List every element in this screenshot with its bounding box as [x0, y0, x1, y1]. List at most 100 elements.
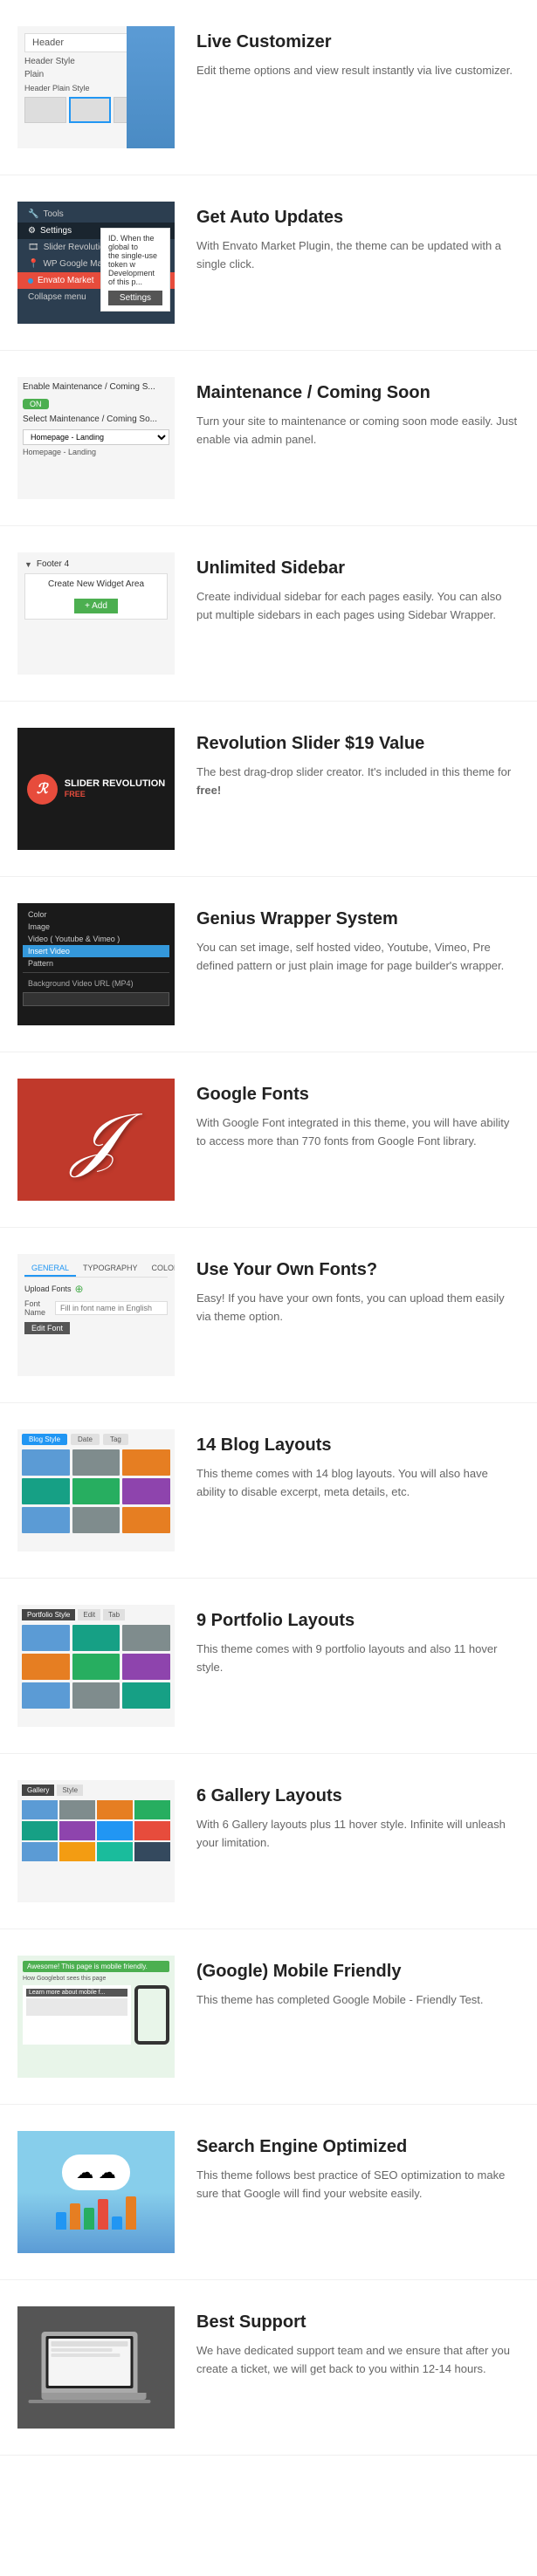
tab-typography[interactable]: TYPOGRAPHY [76, 1261, 145, 1277]
gallery-tab-gallery[interactable]: Gallery [22, 1785, 54, 1796]
feature-image-gallery: Gallery Style [17, 1780, 175, 1902]
feature-desc: This theme comes with 14 blog layouts. Y… [196, 1465, 520, 1502]
blog-thumb [22, 1478, 70, 1504]
revolution-icon: ℛ [27, 774, 58, 805]
feature-content-auto-updates: Get Auto Updates With Envato Market Plug… [196, 202, 520, 274]
upload-fonts-label: Upload Fonts [24, 1285, 72, 1293]
feature-support: Best Support We have dedicated support t… [0, 2280, 537, 2456]
wrapper-items: Color Image Video ( Youtube & Vimeo ) In… [23, 908, 169, 969]
feature-content-mobile: (Google) Mobile Friendly This theme has … [196, 1956, 520, 2010]
edit-font-btn[interactable]: Edit Font [24, 1322, 70, 1334]
port-tab-style[interactable]: Portfolio Style [22, 1609, 75, 1620]
blog-tab-style[interactable]: Blog Style [22, 1434, 67, 1445]
revolution-name: SLIDER REVOLUTION FREE [65, 778, 166, 800]
add-btn[interactable]: + Add [74, 599, 118, 613]
settings-panel: ID. When the global tothe single-use tok… [100, 228, 170, 312]
portfolio-thumb [72, 1654, 120, 1680]
revolution-logo: ℛ SLIDER REVOLUTION FREE [27, 774, 166, 805]
blog-tab-date[interactable]: Date [71, 1434, 100, 1445]
feature-maintenance: Enable Maintenance / Coming S... ON Sele… [0, 351, 537, 526]
gallery-thumb [22, 1800, 58, 1819]
feature-title: 9 Portfolio Layouts [196, 1609, 520, 1632]
feature-desc: You can set image, self hosted video, Yo… [196, 939, 520, 976]
mode-select[interactable]: Homepage - Landing [23, 429, 169, 445]
feature-desc: We have dedicated support team and we en… [196, 2342, 520, 2379]
feature-seo: ☁ ☁ Search Engine Optimized This theme f… [0, 2105, 537, 2280]
wrapper-url-input[interactable] [23, 992, 169, 1006]
feature-content-sidebar: Unlimited Sidebar Create individual side… [196, 552, 520, 625]
mode-label: Select Maintenance / Coming So... [23, 414, 169, 424]
feature-title: Live Customizer [196, 31, 520, 53]
feature-live-customizer: Header ▼ Header Style Plain ▼ Header Pla… [0, 0, 537, 175]
feature-title: Search Engine Optimized [196, 2135, 520, 2158]
feature-image-wrapper: Color Image Video ( Youtube & Vimeo ) In… [17, 903, 175, 1025]
feature-desc: The best drag-drop slider creator. It's … [196, 764, 520, 800]
gallery-image-grid [22, 1800, 170, 1861]
feature-image-portfolio: Portfolio Style Edit Tab [17, 1605, 175, 1727]
bar-3 [84, 2208, 94, 2230]
blog-thumb [122, 1507, 170, 1533]
mobile-phone-preview [134, 1985, 169, 2045]
wrapper-item-color: Color [23, 908, 169, 921]
revolution-badge: FREE [65, 790, 166, 800]
feature-image-mobile: Awesome! This page is mobile friendly. H… [17, 1956, 175, 2078]
bar-1 [56, 2212, 66, 2230]
portfolio-thumb [122, 1625, 170, 1651]
create-label: Create New Widget Area [31, 579, 162, 589]
feature-desc: This theme comes with 9 portfolio layout… [196, 1641, 520, 1677]
seo-graphic: ☁ ☁ [56, 2155, 136, 2230]
portfolio-thumb [72, 1682, 120, 1709]
feature-title: Unlimited Sidebar [196, 557, 520, 579]
plain-label: Plain [24, 70, 94, 79]
feature-blog-layouts: Blog Style Date Tag 14 Blog Layouts This… [0, 1403, 537, 1579]
feature-desc: Turn your site to maintenance or coming … [196, 413, 520, 449]
blog-tab-tag[interactable]: Tag [103, 1434, 128, 1445]
portfolio-thumb [122, 1654, 170, 1680]
blog-thumb [122, 1449, 170, 1476]
feature-content-portfolio: 9 Portfolio Layouts This theme comes wit… [196, 1605, 520, 1677]
header-label: Header [32, 38, 64, 48]
feature-image-blog: Blog Style Date Tag [17, 1429, 175, 1552]
feature-image-live-customizer: Header ▼ Header Style Plain ▼ Header Pla… [17, 26, 175, 148]
gallery-tab-style[interactable]: Style [57, 1785, 83, 1796]
gallery-thumb [97, 1800, 133, 1819]
feature-gallery-layouts: Gallery Style 6 Gallery Layouts With 6 G… [0, 1754, 537, 1929]
settings-btn[interactable]: Settings [108, 291, 162, 305]
feature-image-google-fonts: 𝒥 [17, 1079, 175, 1201]
tab-color[interactable]: COLOR [145, 1261, 175, 1277]
tab-general[interactable]: GENERAL [24, 1261, 76, 1277]
feature-content-support: Best Support We have dedicated support t… [196, 2306, 520, 2379]
portfolio-thumb [22, 1625, 70, 1651]
portfolio-tabs: Portfolio Style Edit Tab [22, 1609, 170, 1620]
cloud-icon: ☁ ☁ [62, 2155, 130, 2190]
feature-portfolio-layouts: Portfolio Style Edit Tab 9 Portfolio Lay… [0, 1579, 537, 1754]
feature-genius-wrapper: Color Image Video ( Youtube & Vimeo ) In… [0, 877, 537, 1052]
feature-desc: Easy! If you have your own fonts, you ca… [196, 1290, 520, 1326]
homepage-option: Homepage - Landing [23, 448, 169, 456]
gallery-thumb [134, 1842, 170, 1861]
portfolio-thumb [22, 1654, 70, 1680]
feature-content-blog: 14 Blog Layouts This theme comes with 14… [196, 1429, 520, 1502]
mobile-col-left: Learn more about mobile f... [23, 1985, 131, 2045]
blog-thumb [72, 1507, 120, 1533]
port-tab-edit[interactable]: Edit [78, 1609, 100, 1620]
tools-item: 🔧Tools [17, 206, 175, 223]
footer-label: Footer 4 [37, 559, 69, 569]
feature-title: Use Your Own Fonts? [196, 1258, 520, 1281]
feature-title: 14 Blog Layouts [196, 1434, 520, 1456]
toggle-btn[interactable]: ON [23, 399, 49, 409]
fonts-tab-bar: GENERAL TYPOGRAPHY COLOR WID... [24, 1261, 168, 1278]
port-tab-tab[interactable]: Tab [103, 1609, 125, 1620]
gallery-tabs: Gallery Style [22, 1785, 170, 1796]
wrapper-item-pattern: Pattern [23, 957, 169, 969]
feature-content-wrapper: Genius Wrapper System You can set image,… [196, 903, 520, 976]
wrapper-item-video: Video ( Youtube & Vimeo ) [23, 933, 169, 945]
blog-thumb [22, 1507, 70, 1533]
feature-image-seo: ☁ ☁ [17, 2131, 175, 2253]
font-name-input[interactable] [55, 1301, 168, 1315]
feature-image-maintenance: Enable Maintenance / Coming S... ON Sele… [17, 377, 175, 499]
feature-title: Get Auto Updates [196, 206, 520, 229]
feature-auto-updates: 🔧Tools ⚙Settings 🎞Slider Revolution 📍WP … [0, 175, 537, 351]
gallery-thumb [97, 1842, 133, 1861]
gallery-thumb [22, 1821, 58, 1840]
